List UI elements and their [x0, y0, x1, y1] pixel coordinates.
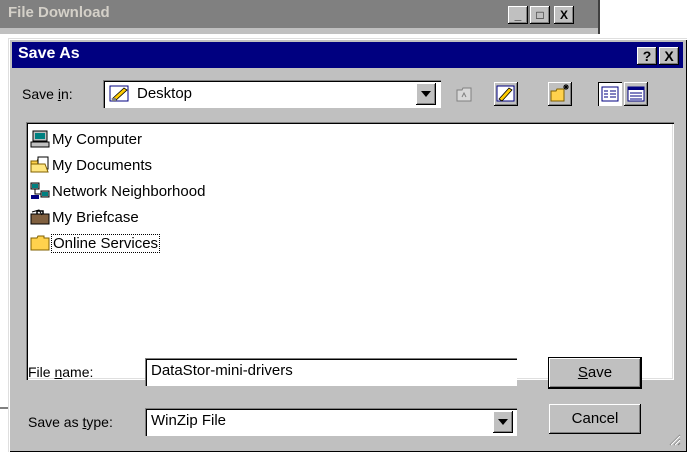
briefcase-icon — [30, 208, 50, 226]
background-edge-mark — [0, 407, 8, 409]
save-as-dialog: Save As ? X Save in: Desktop My Computer… — [8, 38, 687, 452]
new-folder-icon — [548, 84, 572, 109]
help-button[interactable]: ? — [637, 47, 657, 65]
save-as-type-label: Save as type: — [28, 414, 113, 430]
background-file-download-window: File Download _ □ X — [0, 0, 600, 34]
file-name-label: File name: — [28, 364, 94, 380]
close-button[interactable]: X — [659, 47, 679, 65]
file-list[interactable]: My Computer My Documents Network Neighbo… — [26, 122, 674, 380]
list-item-my-documents[interactable]: My Documents — [30, 154, 152, 176]
documents-folder-icon — [30, 156, 50, 174]
list-item-my-briefcase[interactable]: My Briefcase — [30, 206, 139, 228]
computer-icon — [30, 130, 50, 148]
save-as-type-combobox[interactable]: WinZip File — [145, 408, 517, 436]
details-view-icon — [624, 86, 648, 109]
go-to-desktop-button[interactable] — [494, 82, 518, 106]
list-item-my-computer[interactable]: My Computer — [30, 128, 142, 150]
save-button[interactable]: Save — [549, 358, 641, 388]
save-in-combobox[interactable]: Desktop — [103, 80, 441, 108]
save-as-type-dropdown-button[interactable] — [493, 411, 513, 433]
list-item-network-neighborhood[interactable]: Network Neighborhood — [30, 180, 205, 202]
file-name-input[interactable]: DataStor-mini-drivers — [145, 358, 517, 386]
save-in-value: Desktop — [137, 85, 193, 102]
save-as-type-value: WinZip File — [151, 412, 227, 429]
dialog-title: Save As — [18, 45, 80, 62]
save-in-dropdown-button[interactable] — [416, 83, 436, 105]
up-folder-icon — [453, 87, 477, 109]
list-item-label: Network Neighborhood — [52, 182, 206, 200]
list-item-online-services[interactable]: Online Services — [30, 232, 161, 254]
create-new-folder-button[interactable] — [548, 82, 572, 106]
list-view-button[interactable] — [598, 82, 622, 106]
dialog-titlebar[interactable]: Save As ? X — [12, 42, 683, 68]
background-window-edge — [598, 0, 600, 34]
background-titlebar: File Download _ □ X — [0, 0, 600, 28]
resize-grip-icon[interactable] — [667, 432, 681, 446]
background-window-title: File Download — [8, 4, 110, 21]
details-view-button[interactable] — [624, 82, 648, 106]
save-in-label: Save in: — [22, 86, 73, 102]
list-item-label: Online Services — [50, 233, 161, 253]
cancel-button[interactable]: Cancel — [549, 404, 641, 434]
list-item-label: My Briefcase — [52, 208, 139, 226]
file-name-value: DataStor-mini-drivers — [151, 362, 293, 379]
background-close-button[interactable]: X — [554, 6, 574, 24]
desktop-icon — [109, 84, 131, 107]
background-maximize-button[interactable]: □ — [530, 6, 550, 24]
list-item-label: My Documents — [52, 156, 153, 174]
list-view-icon — [598, 86, 622, 109]
background-minimize-button[interactable]: _ — [508, 6, 528, 24]
folder-icon — [30, 234, 50, 252]
up-one-level-button[interactable] — [453, 82, 477, 106]
list-item-label: My Computer — [52, 130, 143, 148]
network-icon — [30, 182, 50, 200]
desktop-shortcut-icon — [494, 85, 518, 109]
